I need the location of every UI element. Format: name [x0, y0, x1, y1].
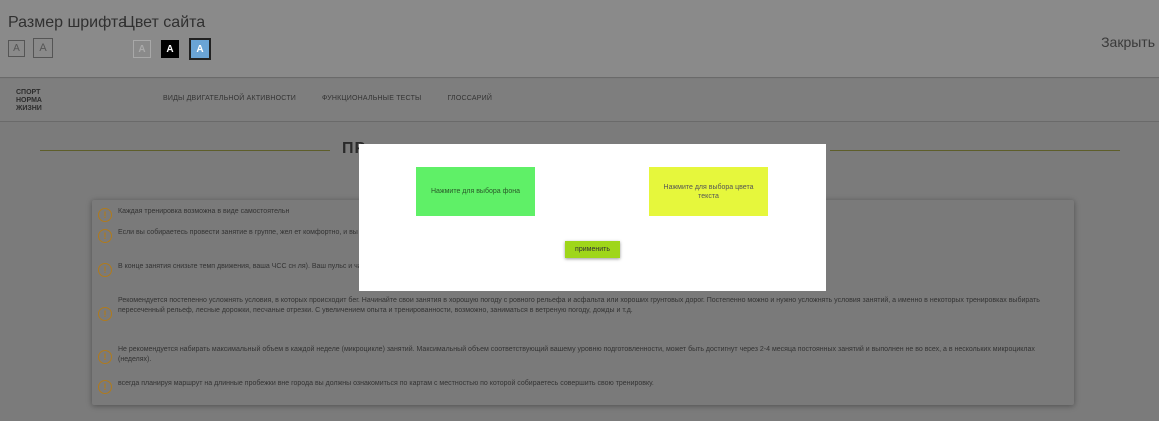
main-nav: ВИДЫ ДВИГАТЕЛЬНОЙ АКТИВНОСТИ ФУНКЦИОНАЛЬ…: [163, 95, 492, 102]
font-size-group: Размер шрифта A A: [8, 14, 127, 58]
color-white-button[interactable]: A: [133, 40, 151, 58]
choose-background-button[interactable]: Нажмите для выбора фона: [416, 167, 535, 216]
color-black-button[interactable]: A: [161, 40, 179, 58]
tip-text: Не рекомендуется набирать максимальный о…: [118, 346, 1035, 363]
warning-icon: !: [98, 208, 112, 222]
font-size-large-button[interactable]: A: [33, 38, 53, 58]
warning-icon: !: [98, 380, 112, 394]
site-header: СПОРТ НОРМА ЖИЗНИ ВИДЫ ДВИГАТЕЛЬНОЙ АКТИ…: [0, 79, 1159, 122]
warning-icon: !: [98, 229, 112, 243]
color-blue-button[interactable]: A: [189, 38, 211, 60]
site-logo[interactable]: СПОРТ НОРМА ЖИЗНИ: [16, 89, 46, 113]
tip-item: ! всегда планируя маршрут на длинные про…: [98, 379, 1066, 394]
tip-item: ! Рекомендуется постепенно усложнять усл…: [98, 296, 1066, 321]
title-divider-left: [40, 150, 330, 151]
tip-text: Рекомендуется постепенно усложнять услов…: [118, 297, 1040, 314]
font-size-small-button[interactable]: A: [8, 39, 25, 57]
tip-item: ! Не рекомендуется набирать максимальный…: [98, 345, 1066, 365]
nav-item-glossary[interactable]: ГЛОССАРИЙ: [447, 95, 492, 102]
logo-line: НОРМА: [16, 97, 42, 104]
logo-line: СПОРТ: [16, 89, 41, 96]
title-divider-right: [830, 150, 1120, 151]
tip-text: Каждая тренировка возможна в виде самост…: [118, 208, 290, 215]
accessibility-toolbar: Размер шрифта A A Цвет сайта A A A Закры…: [0, 0, 1159, 78]
tip-text: всегда планируя маршрут на длинные пробе…: [118, 380, 654, 387]
apply-button[interactable]: применить: [565, 241, 620, 258]
warning-icon: !: [98, 263, 112, 277]
site-color-label: Цвет сайта: [123, 14, 206, 31]
nav-item-functional-tests[interactable]: ФУНКЦИОНАЛЬНЫЕ ТЕСТЫ: [322, 95, 421, 102]
logo-line: ЖИЗНИ: [16, 105, 42, 112]
close-accessibility-button[interactable]: Закрыть: [1101, 34, 1155, 50]
choose-text-color-button[interactable]: Нажмите для выбора цвета текста: [649, 167, 768, 216]
warning-icon: !: [98, 350, 112, 364]
warning-icon: !: [98, 307, 112, 321]
font-size-label: Размер шрифта: [8, 14, 127, 31]
color-picker-modal: Нажмите для выбора фона Нажмите для выбо…: [359, 144, 826, 291]
site-color-group: Цвет сайта A A A: [123, 14, 211, 60]
nav-item-activity-types[interactable]: ВИДЫ ДВИГАТЕЛЬНОЙ АКТИВНОСТИ: [163, 95, 296, 102]
